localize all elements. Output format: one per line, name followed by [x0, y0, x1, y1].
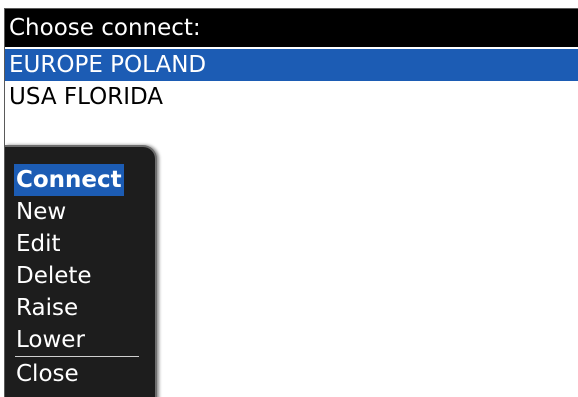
- connection-item-usa-florida[interactable]: USA FLORIDA: [5, 81, 578, 113]
- device-screen: Choose connect: EUROPE POLAND USA FLORID…: [4, 8, 578, 397]
- menu-item-edit[interactable]: Edit: [5, 228, 155, 260]
- menu-item-new[interactable]: New: [5, 196, 155, 228]
- menu-item-edit-label: Edit: [16, 231, 61, 257]
- menu-item-raise[interactable]: Raise: [5, 292, 155, 324]
- connection-list: EUROPE POLAND USA FLORIDA: [5, 49, 578, 113]
- connection-item-europe-poland[interactable]: EUROPE POLAND: [5, 49, 578, 81]
- menu-item-close-label: Close: [16, 361, 79, 387]
- context-menu: Connect New Edit Delete Raise Lower Clos…: [5, 145, 157, 397]
- menu-item-connect[interactable]: Connect: [5, 164, 155, 196]
- menu-item-delete[interactable]: Delete: [5, 260, 155, 292]
- menu-item-connect-label: Connect: [14, 164, 124, 196]
- menu-item-lower-label: Lower: [16, 327, 85, 353]
- menu-separator: [15, 356, 139, 357]
- menu-item-close[interactable]: Close: [5, 358, 155, 390]
- menu-item-delete-label: Delete: [16, 263, 92, 289]
- screen-title: Choose connect:: [5, 9, 578, 47]
- menu-item-lower[interactable]: Lower: [5, 324, 155, 356]
- menu-item-raise-label: Raise: [16, 295, 79, 321]
- menu-item-new-label: New: [16, 199, 67, 225]
